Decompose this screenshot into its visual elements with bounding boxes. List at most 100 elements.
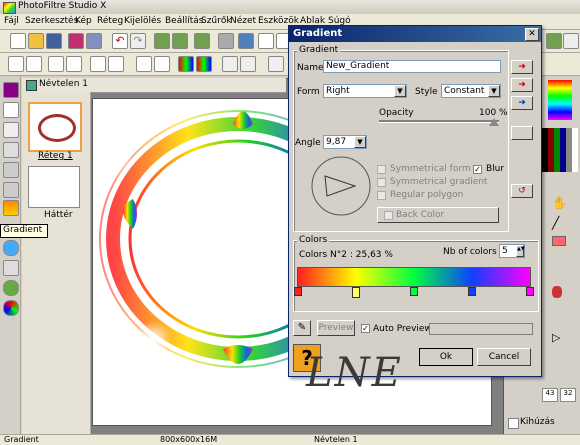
opacity-slider-thumb[interactable] (489, 118, 499, 126)
gray-icon[interactable] (218, 33, 234, 49)
print-icon[interactable] (86, 33, 102, 49)
save-icon[interactable] (46, 33, 62, 49)
document-icon (26, 80, 37, 91)
color-stop[interactable] (526, 287, 534, 296)
preset-icon[interactable] (511, 126, 533, 140)
zoom-32-icon[interactable]: 32 (560, 388, 576, 402)
spinner-arrows-icon[interactable]: ▲▼ (516, 245, 525, 257)
tool-globe-icon[interactable] (3, 280, 19, 296)
layer-label-1[interactable]: Réteg 1 (38, 151, 73, 161)
menu-item[interactable]: Réteg (97, 16, 123, 26)
tool-select-icon[interactable] (3, 82, 19, 98)
save-gradient-icon[interactable]: ➜ (511, 96, 533, 110)
back-color-checkbox[interactable] (384, 211, 393, 220)
symmetrical-gradient-checkbox[interactable] (377, 178, 386, 187)
back-color-button[interactable]: Back Color (377, 207, 499, 223)
regular-polygon-checkbox[interactable] (377, 191, 386, 200)
nb-colors-spinner[interactable]: 5 ▲▼ (499, 244, 525, 258)
tool-fx-icon[interactable] (3, 122, 19, 138)
extra2-icon[interactable] (563, 33, 579, 49)
menu-item[interactable]: Nézet (230, 16, 256, 26)
gamma-minus-icon[interactable] (136, 56, 152, 72)
style-select[interactable]: Constant ▼ (441, 84, 501, 98)
extra-icon[interactable] (546, 33, 562, 49)
kihuzas-checkbox[interactable] (508, 418, 519, 429)
strawberry-icon[interactable] (552, 286, 562, 298)
image-size-icon[interactable] (172, 33, 188, 49)
opacity-slider[interactable] (379, 120, 499, 123)
image-icon[interactable] (154, 33, 170, 49)
tool-page-icon[interactable] (3, 102, 19, 118)
color-stop[interactable] (352, 287, 360, 298)
hand-icon[interactable]: ✋ (552, 196, 567, 210)
gradient-bar[interactable] (297, 267, 531, 287)
tool-sphere-icon[interactable] (3, 240, 19, 256)
auto-contrast-icon[interactable] (8, 56, 24, 72)
eraser-icon[interactable] (552, 236, 566, 246)
tool-layers-icon[interactable] (3, 162, 19, 178)
blur-label: Blur (486, 164, 505, 174)
menu-item[interactable]: Szűrők (201, 16, 232, 26)
auto-levels-icon[interactable] (26, 56, 42, 72)
tool-rgb-icon[interactable] (3, 300, 19, 316)
chevron-down-icon[interactable]: ▼ (394, 85, 406, 97)
tool-frame-icon[interactable] (3, 260, 19, 276)
brightness-icon[interactable] (48, 56, 64, 72)
undo-icon[interactable]: ↶ (112, 33, 128, 49)
hue-icon[interactable] (196, 56, 212, 72)
color-stop[interactable] (468, 287, 476, 296)
ok-button[interactable]: Ok (419, 348, 473, 366)
play-icon[interactable]: ▷ (552, 331, 560, 344)
menu-item[interactable]: Beállítás (165, 16, 203, 26)
cancel-button[interactable]: Cancel (477, 348, 531, 366)
grid-icon[interactable] (268, 56, 284, 72)
brightness-plus-icon[interactable] (66, 56, 82, 72)
name-field[interactable]: New_Gradient (323, 60, 501, 73)
layer-label-2[interactable]: Háttér (44, 210, 73, 220)
tool-gradient-icon[interactable] (3, 200, 19, 216)
auto-preview-checkbox[interactable]: ✓ (361, 324, 370, 333)
blur-icon[interactable] (240, 56, 256, 72)
left-toolbar (0, 76, 21, 434)
chevron-down-icon[interactable]: ▼ (488, 85, 500, 97)
eyedropper-icon[interactable]: ✎ (293, 320, 311, 336)
color-palette[interactable] (542, 128, 578, 172)
saturation-icon[interactable] (178, 56, 194, 72)
menu-item[interactable]: Fájl (4, 16, 19, 26)
menu-item[interactable]: Szerkesztés (25, 16, 78, 26)
menu-item[interactable]: Kép (75, 16, 92, 26)
menu-item[interactable]: Kijelölés (124, 16, 161, 26)
form-select[interactable]: Right ▼ (323, 84, 407, 98)
symmetrical-form-checkbox[interactable] (377, 165, 386, 174)
colors-info: Colors N°2 : 25,63 % (299, 250, 393, 260)
blur-checkbox[interactable]: ✓ (473, 165, 482, 174)
color-stop[interactable] (294, 287, 302, 296)
chevron-down-icon[interactable]: ▼ (354, 136, 366, 148)
line-icon[interactable]: ╱ (552, 216, 559, 230)
contrast-plus-icon[interactable] (108, 56, 124, 72)
angle-select[interactable]: 9,87 ▼ (323, 135, 367, 149)
angle-dial[interactable] (309, 154, 373, 218)
contrast-minus-icon[interactable] (90, 56, 106, 72)
new-icon[interactable] (10, 33, 26, 49)
tool-mirror-icon[interactable] (3, 182, 19, 198)
preview-button[interactable]: Preview (317, 320, 355, 336)
color-spectrum[interactable] (548, 80, 572, 120)
open-icon[interactable] (28, 33, 44, 49)
color-stop[interactable] (410, 287, 418, 296)
canvas-icon[interactable] (194, 33, 210, 49)
redo-icon[interactable]: ↷ (130, 33, 146, 49)
tool-spiral-icon[interactable] (3, 142, 19, 158)
color-icon[interactable] (238, 33, 254, 49)
add-gradient-icon[interactable]: ➜ (511, 60, 533, 74)
crop-icon[interactable] (258, 33, 274, 49)
close-button[interactable]: ✕ (525, 28, 539, 41)
gamma-plus-icon[interactable] (154, 56, 170, 72)
layer-thumbnail-2[interactable] (28, 166, 80, 208)
load-gradient-icon[interactable]: ➜ (511, 78, 533, 92)
scan-icon[interactable] (68, 33, 84, 49)
zoom-43-icon[interactable]: 43 (542, 388, 558, 402)
sharpen-icon[interactable] (222, 56, 238, 72)
layer-thumbnail-1[interactable] (28, 102, 82, 152)
reset-icon[interactable]: ↺ (511, 184, 533, 198)
